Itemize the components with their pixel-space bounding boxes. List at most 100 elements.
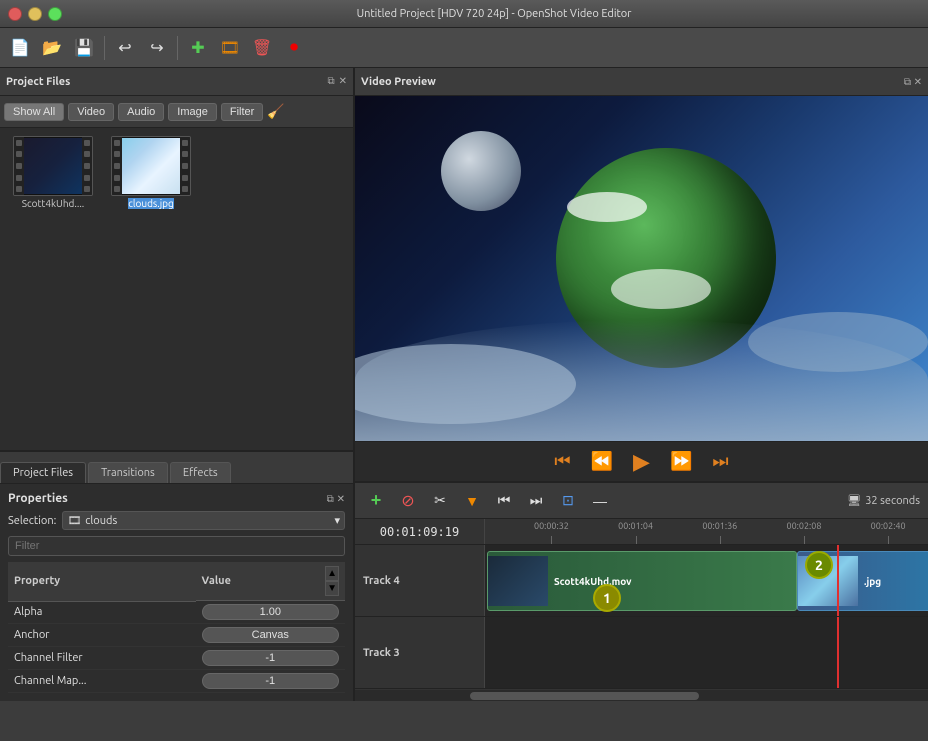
tl-remove-button[interactable]: ⊘ bbox=[395, 488, 421, 514]
clip-scott[interactable]: Scott4kUhd.mov bbox=[487, 551, 797, 611]
prop-value[interactable]: -1 bbox=[196, 647, 345, 670]
thumb-image-scott bbox=[23, 138, 83, 194]
file-item-scott[interactable]: Scott4kUhd.... bbox=[8, 136, 98, 209]
film-dot bbox=[84, 140, 90, 146]
film-dot bbox=[182, 140, 188, 146]
video-preview-panel: Video Preview ⧉ ✕ bbox=[355, 68, 928, 483]
record-button[interactable]: ⏺ bbox=[280, 34, 308, 62]
film-strip-left-clouds bbox=[112, 137, 122, 195]
prop-value-button[interactable]: -1 bbox=[202, 650, 339, 666]
tl-cut-button[interactable]: ✂ bbox=[427, 488, 453, 514]
props-scroll-up[interactable]: ▲ bbox=[325, 566, 339, 581]
remove-button[interactable]: 🗑 bbox=[248, 34, 276, 62]
image-filter-button[interactable]: Image bbox=[168, 103, 217, 121]
file-item-clouds[interactable]: clouds.jpg bbox=[106, 136, 196, 209]
properties-filter-input[interactable] bbox=[8, 536, 345, 556]
duration-label: 32 seconds bbox=[865, 495, 920, 507]
properties-title: Properties bbox=[8, 492, 68, 505]
video-filter-button[interactable]: Video bbox=[68, 103, 114, 121]
film-dot bbox=[84, 151, 90, 157]
properties-float-button[interactable]: ⧉ bbox=[327, 494, 334, 505]
film-dot bbox=[16, 175, 22, 181]
tab-effects[interactable]: Effects bbox=[170, 462, 231, 483]
prop-name: Channel Map... bbox=[8, 670, 196, 693]
timeline-scrollbar[interactable] bbox=[355, 689, 928, 701]
track-content-4[interactable]: Scott4kUhd.mov .jpg 1 bbox=[485, 545, 928, 616]
window-title: Untitled Project [HDV 720 24p] - OpenSho… bbox=[68, 8, 920, 20]
fast-forward-button[interactable]: ⏩ bbox=[666, 447, 696, 476]
track-label-3: Track 3 bbox=[355, 617, 485, 688]
audio-filter-button[interactable]: Audio bbox=[118, 103, 164, 121]
ruler-line bbox=[888, 536, 889, 544]
play-button[interactable]: ▶ bbox=[629, 445, 654, 479]
show-all-button[interactable]: Show All bbox=[4, 103, 64, 121]
film-dot bbox=[114, 140, 120, 146]
tl-jump-start-button[interactable]: ⏮ bbox=[491, 488, 517, 514]
rewind-start-button[interactable]: ⏮ bbox=[550, 447, 574, 476]
video-preview-content bbox=[355, 96, 928, 441]
rewind-button[interactable]: ⏪ bbox=[587, 447, 617, 476]
prop-value[interactable]: Canvas bbox=[196, 624, 345, 647]
maximize-button[interactable] bbox=[48, 7, 62, 21]
undo-button[interactable]: ↩ bbox=[111, 34, 139, 62]
file-label-scott: Scott4kUhd.... bbox=[22, 198, 85, 209]
film-dot bbox=[16, 151, 22, 157]
tl-zoom-out-button[interactable]: — bbox=[587, 488, 613, 514]
save-button[interactable]: 💾 bbox=[70, 34, 98, 62]
filter-button[interactable]: Filter bbox=[221, 103, 263, 121]
prop-value-button[interactable]: Canvas bbox=[202, 627, 339, 643]
ruler-line bbox=[804, 536, 805, 544]
tl-center-button[interactable]: ⊡ bbox=[555, 488, 581, 514]
prop-value-button[interactable]: 1.00 bbox=[202, 604, 339, 620]
properties-close-button[interactable]: ✕ bbox=[337, 494, 345, 505]
tl-jump-end-button[interactable]: ⏭ bbox=[523, 488, 549, 514]
prop-value[interactable]: 1.00 bbox=[196, 601, 345, 624]
properties-table: Property Value ▲ ▼ Alpha1.00AnchorCanva bbox=[8, 562, 345, 693]
add-effect-button[interactable]: 🎞 bbox=[216, 34, 244, 62]
tl-filter-button[interactable]: ▼ bbox=[459, 488, 485, 514]
tab-transitions[interactable]: Transitions bbox=[88, 462, 168, 483]
earth-cloud-2 bbox=[611, 269, 711, 309]
ruler-mark: 00:00:32 bbox=[551, 519, 552, 544]
ruler-label: 00:02:08 bbox=[787, 521, 822, 531]
add-media-button[interactable]: ✚ bbox=[184, 34, 212, 62]
minimize-button[interactable] bbox=[28, 7, 42, 21]
track-content-3[interactable] bbox=[485, 617, 928, 688]
vp-float-button[interactable]: ⧉ bbox=[904, 77, 911, 88]
video-preview-header: Video Preview ⧉ ✕ bbox=[355, 68, 928, 96]
bottom-left-tabs: Project Files Transitions Effects bbox=[0, 452, 353, 484]
close-button[interactable] bbox=[8, 7, 22, 21]
open-button[interactable]: 📂 bbox=[38, 34, 66, 62]
tab-project-files[interactable]: Project Files bbox=[0, 462, 86, 483]
scene-moon bbox=[441, 131, 521, 211]
main-area: Project Files ⧉ ✕ Show All Video Audio I… bbox=[0, 68, 928, 701]
clear-filter-button[interactable]: 🧹 bbox=[267, 103, 284, 120]
project-files-toolbar: Show All Video Audio Image Filter 🧹 bbox=[0, 96, 353, 128]
ruler-line bbox=[636, 536, 637, 544]
properties-header: Properties ⧉ ✕ bbox=[8, 492, 345, 505]
fast-forward-end-button[interactable]: ⏭ bbox=[708, 447, 732, 476]
timeline-ruler[interactable]: 00:00:3200:01:0400:01:3600:02:0800:02:40 bbox=[485, 519, 928, 544]
pf-close-button[interactable]: ✕ bbox=[339, 76, 347, 87]
scrollbar-thumb[interactable] bbox=[470, 692, 699, 700]
selection-row: Selection: 🎞 clouds ▾ bbox=[8, 511, 345, 530]
video-scene bbox=[355, 96, 928, 441]
properties-table-body: Alpha1.00AnchorCanvasChannel Filter-1Cha… bbox=[8, 601, 345, 693]
ruler-mark: 00:01:36 bbox=[720, 519, 721, 544]
prop-value[interactable]: -1 bbox=[196, 670, 345, 693]
tl-add-track-button[interactable]: + bbox=[363, 488, 389, 514]
new-button[interactable]: 📄 bbox=[6, 34, 34, 62]
track-label-4: Track 4 bbox=[355, 545, 485, 616]
selection-dropdown[interactable]: 🎞 clouds ▾ bbox=[62, 511, 345, 530]
ruler-label: 00:02:40 bbox=[871, 521, 906, 531]
prop-value-button[interactable]: -1 bbox=[202, 673, 339, 689]
film-dot bbox=[84, 186, 90, 192]
track-row-4: Track 4 Scott4kUhd.mov bbox=[355, 545, 928, 617]
ruler-label: 00:00:32 bbox=[534, 521, 569, 531]
pf-float-button[interactable]: ⧉ bbox=[327, 76, 334, 87]
vp-close-button[interactable]: ✕ bbox=[914, 77, 922, 88]
monitor-icon: 🖥 bbox=[847, 494, 861, 507]
main-toolbar: 📄 📂 💾 ↩ ↪ ✚ 🎞 🗑 ⏺ bbox=[0, 28, 928, 68]
redo-button[interactable]: ↪ bbox=[143, 34, 171, 62]
props-scroll-down[interactable]: ▼ bbox=[325, 581, 339, 596]
